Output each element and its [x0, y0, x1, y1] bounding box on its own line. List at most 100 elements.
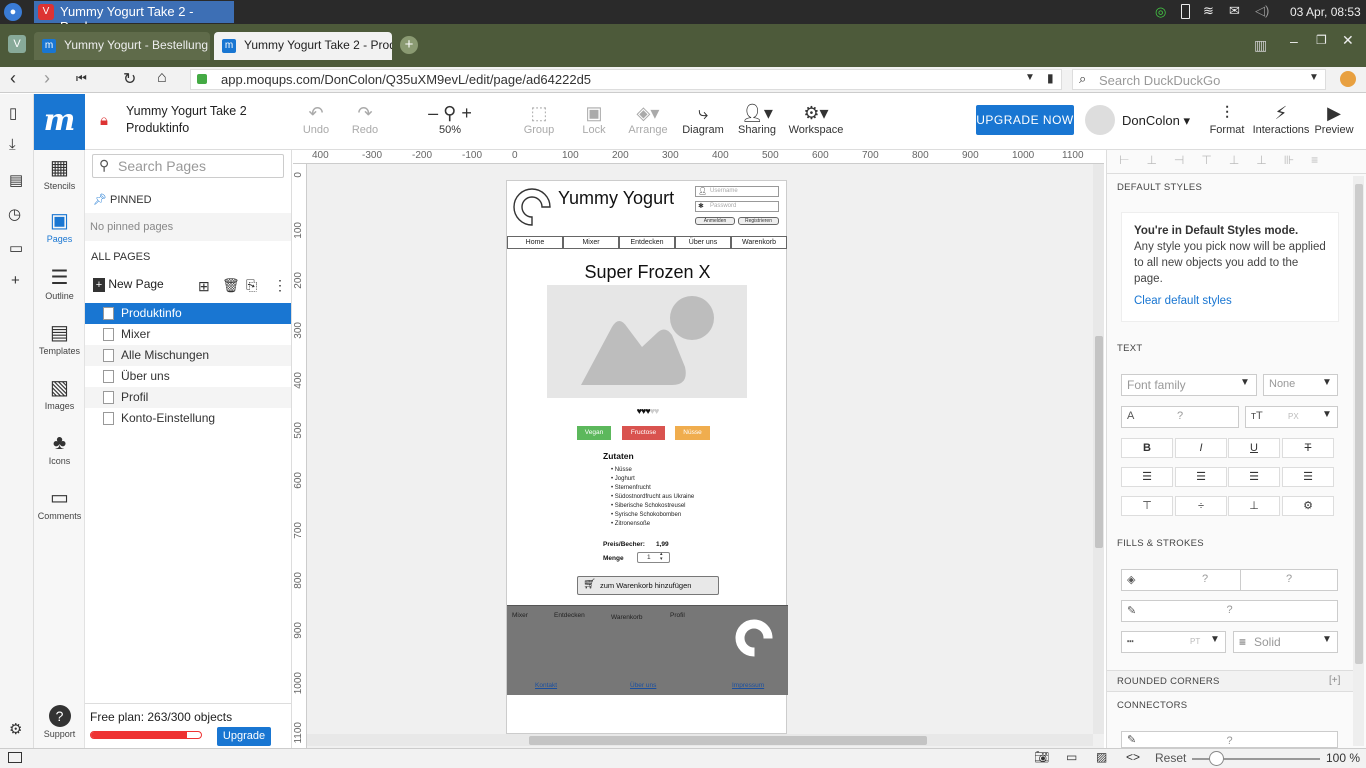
footer-link-impressum[interactable]: Impressum [732, 682, 764, 689]
extension-icon[interactable] [1340, 71, 1356, 87]
horizontal-scrollbar[interactable] [307, 734, 1093, 746]
align-center-button[interactable]: ☰ [1175, 467, 1227, 487]
vertical-scroll-thumb[interactable] [1095, 336, 1103, 548]
page-item-konto-einstellung[interactable]: Konto-Einstellung [85, 408, 291, 429]
dropdown-icon[interactable]: ▼ [1025, 72, 1035, 83]
footer-link-kontakt[interactable]: Kontakt [535, 682, 557, 689]
bookmarks-panel-icon[interactable]: ▯ [9, 104, 17, 122]
network-icon[interactable]: ◎ [1155, 4, 1166, 20]
zoom-slider-handle[interactable] [1209, 751, 1224, 766]
panel-scroll-thumb[interactable] [1355, 184, 1363, 664]
page-name[interactable]: Produktinfo [126, 121, 189, 135]
clear-default-styles-link[interactable]: Clear default styles [1134, 293, 1326, 309]
active-window-button[interactable]: V Yummy Yogurt Take 2 - Prod... [34, 1, 234, 34]
stroke-width-field[interactable]: ┅ PT ▼ [1121, 631, 1226, 653]
home-icon[interactable]: ⌂ [157, 69, 167, 87]
interactions-button[interactable]: ⚡︎ Interactions [1251, 102, 1311, 136]
tiling-icon[interactable]: ▭ [1066, 750, 1077, 764]
tab-bestellung[interactable]: m Yummy Yogurt - Bestellung [34, 32, 210, 60]
stencils-button[interactable]: ▦ Stencils [34, 155, 85, 191]
notes-panel-icon[interactable]: ▤ [9, 171, 23, 189]
valign-top-button[interactable]: ⊤ [1121, 496, 1173, 516]
vertical-scrollbar[interactable] [1093, 164, 1104, 734]
register-button[interactable]: Registrieren [738, 217, 779, 225]
images-button[interactable]: ▧ Images [34, 375, 85, 411]
tab-produktinfo[interactable]: m Yummy Yogurt Take 2 - Prod [214, 32, 392, 60]
code-icon[interactable]: <> [1126, 750, 1140, 764]
workspace-button[interactable]: ⚙▾ Workspace [786, 102, 846, 136]
templates-button[interactable]: ▤ Templates [34, 320, 85, 356]
connector-field[interactable]: ✎? [1121, 731, 1338, 748]
horizontal-scroll-thumb[interactable] [529, 736, 927, 745]
quantity-stepper[interactable]: 1 ▴ ▾ [637, 552, 670, 563]
user-menu[interactable]: DonColon ▾ [1122, 113, 1190, 129]
strikethrough-button[interactable]: T [1282, 438, 1334, 458]
clock[interactable]: 03 Apr, 08:53 [1290, 5, 1361, 19]
first-icon[interactable]: ⏮ [76, 71, 87, 86]
new-tab-icon[interactable]: + [400, 36, 418, 54]
stroke-style-select[interactable]: ≡ Solid ▼ [1233, 631, 1338, 653]
lock-project-icon[interactable]: 🔒︎ [100, 112, 108, 129]
font-family-select[interactable]: Font family ▼ [1121, 374, 1257, 396]
search-dropdown-icon[interactable]: ▼ [1309, 72, 1319, 83]
underline-button[interactable]: U [1228, 438, 1280, 458]
panel-toggle-icon[interactable] [8, 752, 22, 763]
reset-zoom[interactable]: Reset [1155, 751, 1186, 765]
align-right-button[interactable]: ☰ [1228, 467, 1280, 487]
new-folder-icon[interactable]: ⊞ [198, 278, 210, 295]
support-button[interactable]: ? Support [34, 703, 85, 739]
arrange-button[interactable]: ◈▾ Arrange [618, 102, 678, 136]
zoom-percent[interactable]: 100 % [1326, 751, 1360, 765]
os-menu-icon[interactable]: ● [4, 3, 22, 21]
upgrade-button[interactable]: Upgrade [217, 727, 271, 746]
more-options-icon[interactable]: ⋮ [273, 277, 287, 294]
login-button[interactable]: Anmelden [695, 217, 735, 225]
format-button[interactable]: ⫶ Format [1197, 102, 1257, 136]
delete-page-icon[interactable]: 🗑︎ [222, 277, 240, 294]
footer-nav-entdecken[interactable]: Entdecken [554, 612, 585, 619]
fill-color-field[interactable]: ◈?? [1121, 569, 1338, 591]
add-to-cart-button[interactable]: 🛒︎ zum Warenkorb hinzufügen [577, 576, 719, 595]
stroke-color-field[interactable]: ✎? [1121, 600, 1338, 622]
window-panel-icon[interactable]: ▭ [9, 239, 23, 257]
align-left-button[interactable]: ☰ [1121, 467, 1173, 487]
nav-warenkorb[interactable]: Warenkorb [731, 236, 787, 249]
volume-icon[interactable]: ◁) [1255, 3, 1269, 19]
font-weight-select[interactable]: None ▼ [1263, 374, 1338, 396]
page-item-alle-mischungen[interactable]: Alle Mischungen [85, 345, 291, 366]
page-item-ueber-uns[interactable]: Über uns [85, 366, 291, 387]
font-size-field[interactable]: ᴛT PX ▼ [1245, 406, 1338, 428]
browser-menu-icon[interactable]: V [8, 35, 26, 53]
duplicate-page-icon[interactable]: ⎘ [246, 277, 257, 294]
preview-button[interactable]: ▶ Preview [1304, 102, 1364, 136]
rounded-corners-add[interactable]: [+] [1329, 675, 1340, 686]
image-toggle-icon[interactable]: ▨ [1096, 750, 1107, 764]
text-settings-button[interactable]: ⚙ [1282, 496, 1334, 516]
valign-middle-button[interactable]: ÷ [1175, 496, 1227, 516]
rounded-corners-bar[interactable]: ROUNDED CORNERS [+] [1107, 670, 1353, 692]
add-panel-icon[interactable]: + [11, 272, 20, 289]
page-item-profil[interactable]: Profil [85, 387, 291, 408]
forward-icon[interactable]: › [44, 68, 50, 89]
avatar[interactable] [1085, 105, 1115, 135]
mockup-page[interactable]: Yummy Yogurt 👤︎ Username ✱ Password Anmeld… [506, 180, 788, 734]
password-field[interactable]: ✱ Password [695, 201, 779, 212]
zoom-control[interactable]: – ⚲ +50% [420, 102, 480, 136]
username-field[interactable]: 👤︎ Username [695, 186, 779, 197]
new-page-button[interactable]: + New Page [93, 277, 164, 292]
history-panel-icon[interactable]: ◷ [8, 205, 21, 223]
footer-link-ueber-uns[interactable]: Über uns [630, 682, 656, 689]
capture-icon[interactable]: 📷︎ [1034, 750, 1049, 764]
battery-icon[interactable] [1181, 4, 1190, 19]
search-box[interactable]: ⌕ Search DuckDuckGo ▼ [1072, 69, 1326, 90]
wifi-icon[interactable]: ≋ [1203, 3, 1214, 19]
outline-button[interactable]: ☰ Outline [34, 265, 85, 301]
maximize-icon[interactable]: ❐ [1316, 33, 1327, 47]
pages-button[interactable]: ▣ Pages [34, 208, 85, 244]
nav-home[interactable]: Home [507, 236, 563, 249]
footer-nav-profil[interactable]: Profil [670, 612, 685, 619]
comments-button[interactable]: ▭ Comments [34, 485, 85, 521]
settings-icon[interactable]: ⚙ [9, 720, 22, 738]
redo-button[interactable]: ↷ Redo [335, 102, 395, 136]
reload-icon[interactable]: ↻ [123, 69, 136, 89]
